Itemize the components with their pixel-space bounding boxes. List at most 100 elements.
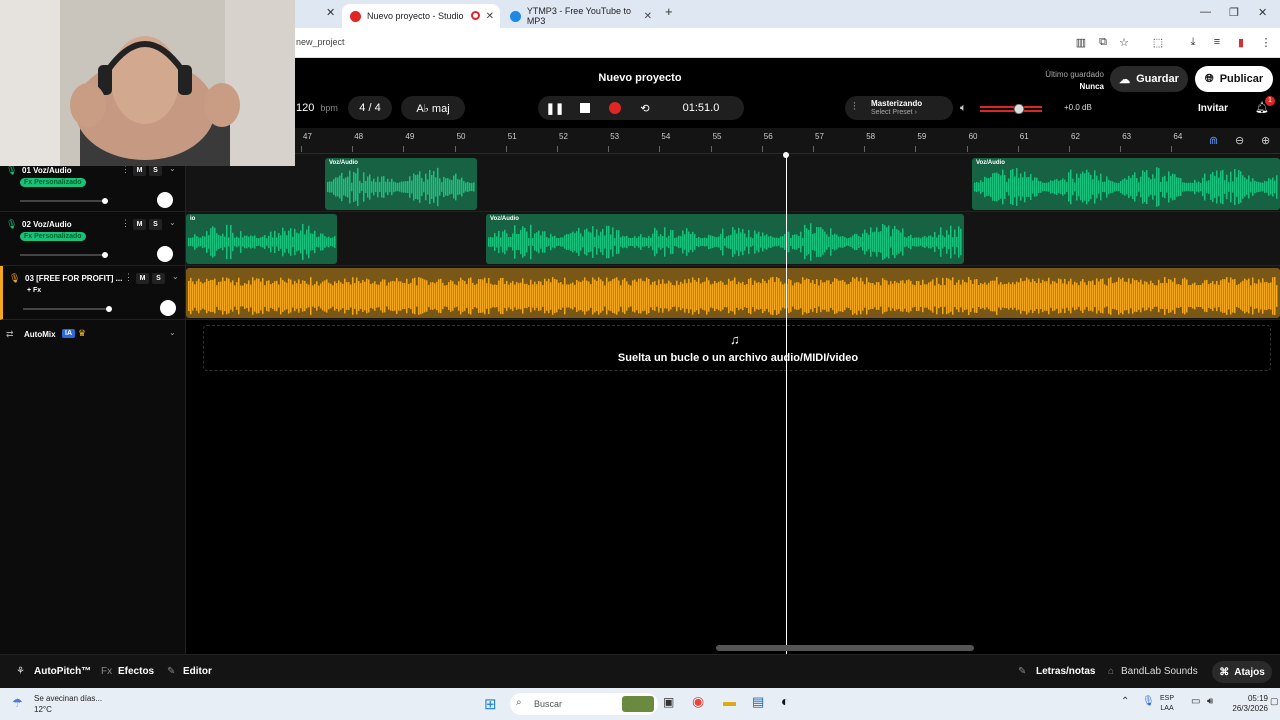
chrome-icon[interactable]: ◉ <box>692 693 704 710</box>
volume-knob[interactable] <box>1013 104 1025 114</box>
install-app-icon[interactable]: ⧉ <box>1096 36 1110 49</box>
playhead[interactable] <box>786 154 787 654</box>
slider-knob[interactable] <box>106 306 112 312</box>
app-icon[interactable]: ◐ <box>781 693 789 709</box>
mute-button[interactable]: M <box>136 273 149 284</box>
speaker-icon[interactable]: 🔈︎ <box>960 102 967 115</box>
solo-button[interactable]: S <box>149 165 162 176</box>
track-header-3[interactable]: 🎙︎ 03 [FREE FOR PROFIT] ... + Fx ⋮ M S ⌄ <box>0 266 186 320</box>
more-options-icon[interactable]: ⋮ <box>124 272 133 283</box>
solo-button[interactable]: S <box>152 273 165 284</box>
track-volume-slider[interactable] <box>20 252 108 258</box>
project-title[interactable]: Nuevo proyecto <box>560 72 720 84</box>
timeline-ruler[interactable]: 47 48 49 50 51 52 53 54 55 56 57 58 59 60 61 62 63 64 <box>186 128 1280 154</box>
chevron-down-icon[interactable]: ⌄ <box>172 272 179 281</box>
network-icon[interactable]: ▭ <box>1191 696 1200 707</box>
playhead-handle[interactable] <box>783 152 789 158</box>
track-name[interactable]: 03 [FREE FOR PROFIT] ... <box>25 274 122 283</box>
fx-badge[interactable]: Fx Personalizado <box>20 232 86 241</box>
reading-mode-icon[interactable]: ▥ <box>1074 36 1088 49</box>
track-area[interactable]: Voz/Audio Voz/Audio io Voz/Audio <box>186 154 1280 654</box>
menu-icon[interactable]: ⋮ <box>1259 36 1273 49</box>
save-button[interactable]: ☁ Guardar <box>1110 66 1188 92</box>
chevron-down-icon[interactable]: ⌄ <box>169 218 176 227</box>
microphone-icon[interactable]: 🎙︎ <box>1142 696 1155 707</box>
download-icon[interactable]: ⤓ <box>1186 36 1200 49</box>
audio-clip[interactable] <box>186 268 1280 318</box>
chevron-up-icon[interactable]: ⌃ <box>1121 696 1129 707</box>
language-indicator[interactable]: ESP LAA <box>1160 694 1174 714</box>
stop-button[interactable] <box>570 96 600 120</box>
store-icon[interactable]: ▤ <box>752 694 764 710</box>
shortcuts-button[interactable]: ⌘ Atajos <box>1212 661 1272 683</box>
autopitch-button[interactable]: AutoPitch™ <box>34 666 91 677</box>
track-name[interactable]: 02 Voz/Audio <box>22 220 72 229</box>
master-volume-slider[interactable] <box>980 104 1042 114</box>
minimize-icon[interactable]: — <box>1200 6 1211 18</box>
audio-clip[interactable]: Voz/Audio <box>325 158 477 210</box>
drop-zone[interactable]: ♫ Suelta un bucle o un archivo audio/MID… <box>203 325 1271 371</box>
profile-avatar-icon[interactable]: ▮ <box>1234 36 1248 49</box>
track-lane-3[interactable] <box>186 266 1280 320</box>
audio-clip[interactable]: Voz/Audio <box>972 158 1280 210</box>
pan-knob[interactable] <box>160 300 176 316</box>
track-header-2[interactable]: 🎙︎ 02 Voz/Audio Fx Personalizado ⋮ M S ⌄ <box>0 212 186 266</box>
media-controls-icon[interactable]: ≡ <box>1210 36 1224 48</box>
new-tab-button[interactable]: + <box>665 4 673 19</box>
mastering-button[interactable]: ⫶ Masterizando Select Preset › <box>845 96 953 120</box>
lyrics-button[interactable]: Letras/notas <box>1036 666 1095 677</box>
tab-studio[interactable]: Nuevo proyecto - Studio ✕ <box>342 4 500 28</box>
volume-icon[interactable]: 🔊︎ <box>1207 696 1213 707</box>
bookmark-star-icon[interactable]: ☆ <box>1117 36 1131 49</box>
close-tab-icon[interactable]: ✕ <box>644 11 652 22</box>
add-fx-button[interactable]: + Fx <box>23 286 45 295</box>
horizontal-scrollbar[interactable] <box>716 645 974 651</box>
tab-ytmp3[interactable]: YTMP3 - Free YouTube to MP3 ✕ <box>502 4 658 28</box>
audio-clip[interactable]: io <box>186 214 337 264</box>
track-name[interactable]: 01 Voz/Audio <box>22 166 72 175</box>
slider-knob[interactable] <box>102 252 108 258</box>
invite-button[interactable]: Invitar <box>1198 103 1228 114</box>
track-volume-slider[interactable] <box>23 306 112 312</box>
mute-button[interactable]: M <box>133 219 146 230</box>
track-lane-2[interactable]: io Voz/Audio <box>186 212 1280 266</box>
automix-row[interactable]: ⇄ AutoMix IA ♛ ⌄ <box>0 322 186 346</box>
time-signature-button[interactable]: 4 / 4 <box>348 96 392 120</box>
pan-knob[interactable] <box>157 192 173 208</box>
audio-clip[interactable]: Voz/Audio <box>486 214 964 264</box>
track-volume-slider[interactable] <box>20 198 108 204</box>
weather-icon[interactable]: ☂ <box>12 696 23 710</box>
zoom-out-icon[interactable]: ⊖ <box>1235 134 1244 147</box>
key-button[interactable]: A♭ maj <box>401 96 465 120</box>
editor-button[interactable]: Editor <box>183 666 212 677</box>
bandlab-sounds-button[interactable]: BandLab Sounds <box>1121 666 1198 677</box>
restore-icon[interactable]: ❐ <box>1229 6 1239 19</box>
more-options-icon[interactable]: ⋮ <box>121 218 130 229</box>
url-field[interactable]: new_project <box>296 37 345 47</box>
loop-button[interactable]: ⟲ <box>630 96 660 120</box>
file-explorer-icon[interactable]: ▬ <box>723 694 736 709</box>
pause-button[interactable]: ❚❚ <box>540 96 570 120</box>
extensions-icon[interactable]: ⬚ <box>1151 36 1165 49</box>
close-tab-icon[interactable]: ✕ <box>486 11 494 22</box>
pan-knob[interactable] <box>157 246 173 262</box>
system-clock[interactable]: 05:19 26/3/2026 <box>1222 694 1268 714</box>
mute-button[interactable]: M <box>133 165 146 176</box>
slider-knob[interactable] <box>102 198 108 204</box>
tempo-control[interactable]: 120 bpm <box>296 96 338 120</box>
close-icon[interactable]: ✕ <box>326 6 335 19</box>
window-close-icon[interactable]: ✕ <box>1258 6 1267 19</box>
publish-button[interactable]: 🌐︎ Publicar <box>1195 66 1273 92</box>
taskbar-search[interactable]: ⌕ Buscar <box>510 693 658 715</box>
chevron-down-icon[interactable]: ⌄ <box>169 328 176 337</box>
track-lane-1[interactable]: Voz/Audio Voz/Audio <box>186 154 1280 212</box>
magnet-icon[interactable]: ⋒ <box>1209 134 1218 147</box>
fx-badge[interactable]: Fx Personalizado <box>20 178 86 187</box>
solo-button[interactable]: S <box>149 219 162 230</box>
windows-start-icon[interactable]: ⊞ <box>484 695 497 713</box>
zoom-in-icon[interactable]: ⊕ <box>1261 134 1270 147</box>
record-button[interactable] <box>600 96 630 120</box>
effects-button[interactable]: Efectos <box>118 666 154 677</box>
weather-widget[interactable]: Se avecinan días... 12°C <box>34 693 102 715</box>
task-view-icon[interactable]: ▣ <box>663 695 674 709</box>
